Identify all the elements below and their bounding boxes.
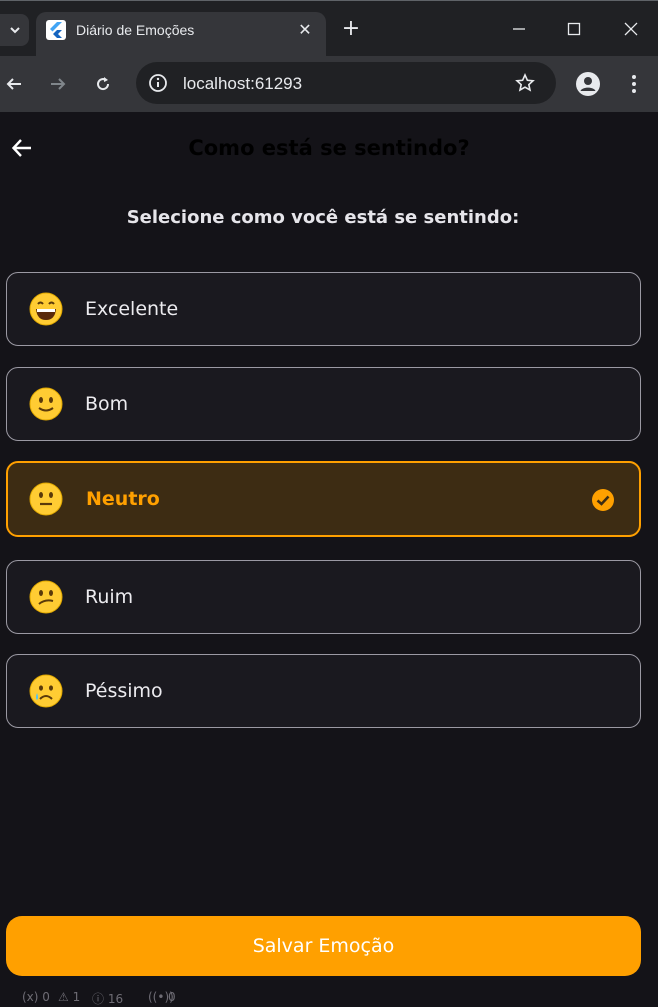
browser-menu-button[interactable] bbox=[620, 70, 648, 98]
maximize-button[interactable] bbox=[561, 16, 587, 42]
chevron-down-icon bbox=[9, 27, 20, 34]
emotion-option-ruim[interactable]: Ruim bbox=[6, 560, 641, 634]
grinning-face-icon bbox=[29, 292, 63, 326]
emotion-option-neutro[interactable]: Neutro bbox=[6, 461, 641, 537]
url-text: localhost:61293 bbox=[183, 74, 303, 93]
option-label: Ruim bbox=[85, 586, 134, 608]
site-info-icon[interactable] bbox=[148, 73, 168, 93]
minimize-button[interactable] bbox=[506, 16, 532, 42]
address-bar[interactable]: localhost:61293 bbox=[136, 62, 556, 104]
arrow-left-icon bbox=[6, 78, 21, 90]
new-tab-button[interactable]: + bbox=[339, 16, 363, 41]
option-label: Bom bbox=[85, 393, 129, 415]
flutter-favicon-icon bbox=[46, 20, 66, 40]
arrow-right-icon bbox=[51, 78, 66, 90]
emotion-option-pessimo[interactable]: Péssimo bbox=[6, 654, 641, 728]
slightly-smiling-face-icon bbox=[29, 387, 63, 421]
option-label: Péssimo bbox=[85, 680, 163, 702]
crying-face-icon bbox=[29, 674, 63, 708]
profile-avatar-icon bbox=[576, 72, 600, 96]
forward-nav-button[interactable] bbox=[44, 70, 72, 98]
star-bookmark-icon[interactable] bbox=[515, 73, 535, 93]
page-title: Como está se sentindo? bbox=[188, 136, 470, 160]
minimize-icon bbox=[513, 28, 525, 30]
browser-tab-bar: Diário de Emoções ✕ + bbox=[0, 0, 658, 57]
maximize-icon bbox=[567, 22, 581, 36]
status-warnings: ⚠ 1 bbox=[58, 990, 81, 1004]
status-ports: 0 bbox=[168, 990, 176, 1004]
reload-icon bbox=[97, 77, 110, 91]
tab-title: Diário de Emoções bbox=[76, 22, 195, 38]
status-info: ⓘ 16 bbox=[92, 992, 124, 1006]
close-window-button[interactable] bbox=[618, 16, 644, 42]
option-label: Excelente bbox=[85, 298, 179, 320]
status-errors: (x) 0 bbox=[22, 990, 50, 1004]
profile-button[interactable] bbox=[574, 70, 602, 98]
option-label: Neutro bbox=[86, 488, 160, 510]
close-icon bbox=[624, 22, 638, 36]
tab-search-button[interactable] bbox=[0, 14, 29, 46]
check-circle-icon bbox=[592, 489, 614, 511]
tab-close-icon[interactable]: ✕ bbox=[294, 18, 316, 40]
status-bar: (x) 0 ⚠ 1 ⓘ 16 ((•)) 0 bbox=[0, 990, 658, 1006]
save-emotion-button[interactable]: Salvar Emoção bbox=[6, 916, 641, 976]
instruction-text: Selecione como você está se sentindo: bbox=[126, 207, 520, 228]
browser-tab[interactable]: Diário de Emoções ✕ bbox=[36, 12, 326, 57]
browser-toolbar: localhost:61293 bbox=[0, 56, 658, 112]
neutral-face-icon bbox=[29, 482, 63, 516]
emotion-option-bom[interactable]: Bom bbox=[6, 367, 641, 441]
back-nav-button[interactable] bbox=[0, 70, 28, 98]
confused-face-icon bbox=[29, 580, 63, 614]
more-vert-icon bbox=[632, 75, 636, 93]
reload-button[interactable] bbox=[89, 70, 117, 98]
app-screen: Como está se sentindo? Selecione como vo… bbox=[0, 112, 658, 1005]
emotion-option-excelente[interactable]: Excelente bbox=[6, 272, 641, 346]
